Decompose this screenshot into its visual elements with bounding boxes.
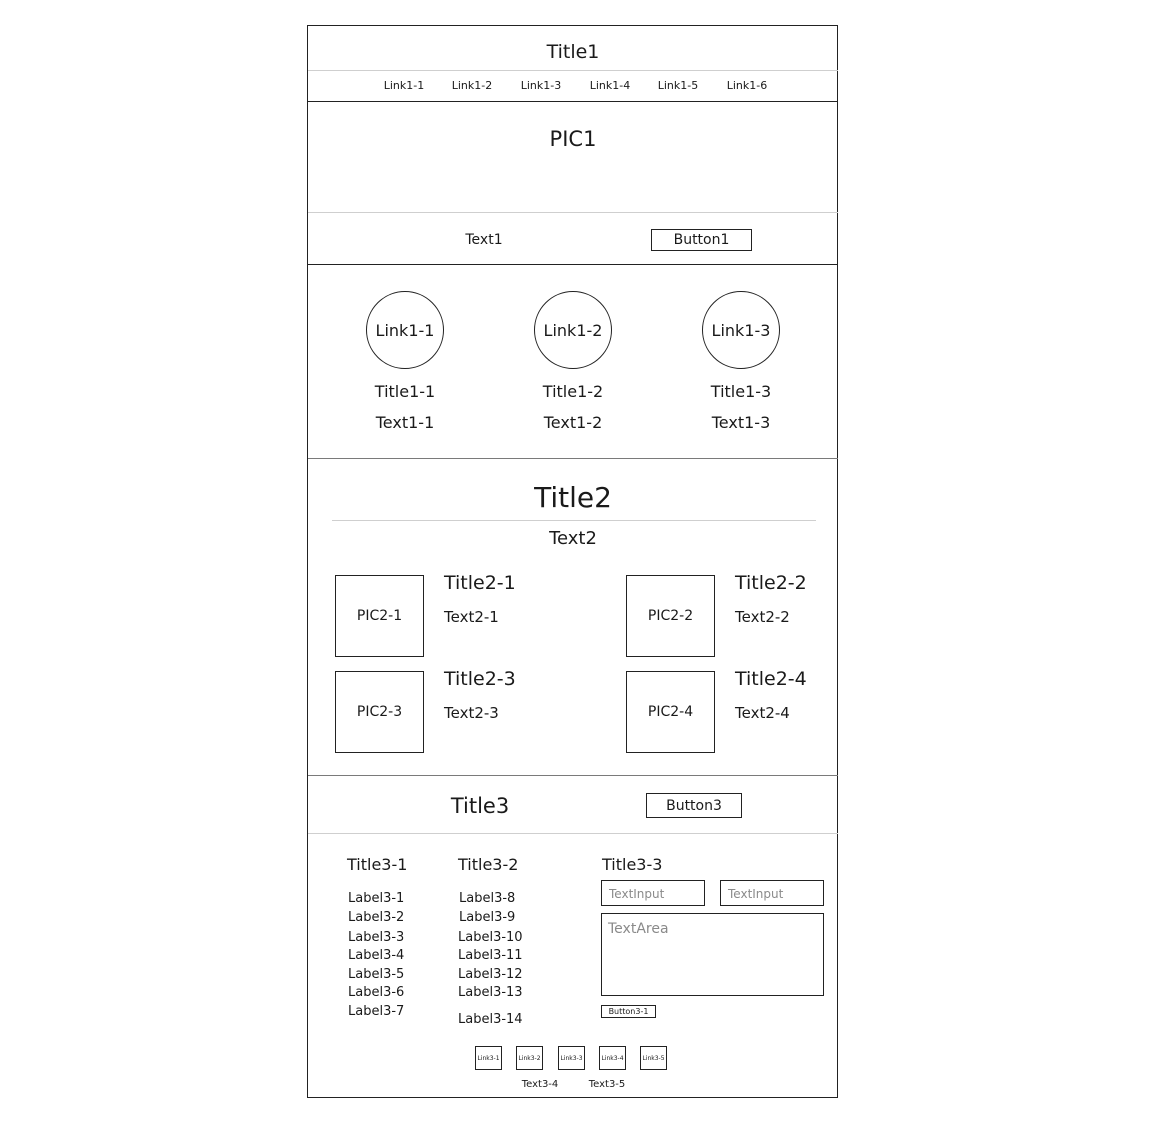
hero-divider [308,212,838,213]
nav-link-1[interactable]: Link1-1 [384,79,425,92]
section2-bottom-border [308,775,838,776]
site-title: Title1 [546,41,600,63]
section2-item-text-3: Text2-3 [444,704,499,722]
hero-button[interactable]: Button1 [651,229,752,251]
section3-form-title: Title3-3 [602,855,663,874]
feature-link-label-1: Link1-1 [375,320,435,340]
section3-col1-title: Title3-1 [347,855,408,874]
section2-title: Title2 [534,481,612,514]
section3-col2-title: Title3-2 [458,855,519,874]
footer-link-5[interactable]: Link3-5 [640,1046,667,1070]
section2-text: Text2 [549,528,597,549]
label-3-8[interactable]: Label3-8 [459,891,515,906]
section2-picture-1: PIC2-1 [335,575,424,657]
label-3-6[interactable]: Label3-6 [348,985,404,1000]
label-3-9[interactable]: Label3-9 [459,910,515,925]
form-submit-button[interactable]: Button3-1 [601,1005,656,1018]
label-3-14[interactable]: Label3-14 [458,1012,523,1027]
section3-button[interactable]: Button3 [646,793,742,818]
nav-link-2[interactable]: Link1-2 [452,79,493,92]
hero-picture: PIC1 [549,127,597,151]
feature-text-3: Text1-3 [711,413,771,432]
header-bottom-border [308,101,838,102]
section2-item-title-3: Title2-3 [444,668,516,690]
feature-text-1: Text1-1 [375,413,435,432]
text-input-1[interactable]: TextInput [601,880,705,906]
label-3-7[interactable]: Label3-7 [348,1004,404,1019]
footer-text-1: Text3-4 [521,1079,559,1090]
nav-link-3[interactable]: Link1-3 [521,79,562,92]
label-3-5[interactable]: Label3-5 [348,967,404,982]
section2-item-title-2: Title2-2 [735,572,807,594]
text-input-2[interactable]: TextInput [720,880,824,906]
hero-bottom-border [308,264,838,265]
feature-circle-link-1[interactable]: Link1-1 [366,291,444,369]
label-3-12[interactable]: Label3-12 [458,967,523,982]
nav-link-6[interactable]: Link1-6 [727,79,768,92]
section2-item-title-4: Title2-4 [735,668,807,690]
nav-link-4[interactable]: Link1-4 [590,79,631,92]
section3-divider [308,833,838,834]
label-3-2[interactable]: Label3-2 [348,910,404,925]
hero-text: Text1 [465,232,503,248]
section2-picture-3: PIC2-3 [335,671,424,753]
section2-item-title-1: Title2-1 [444,572,516,594]
feature-link-label-2: Link1-2 [543,320,603,340]
section2-divider [332,520,816,521]
section3-title: Title3 [450,794,510,818]
feature-text-2: Text1-2 [543,413,603,432]
footer-link-2[interactable]: Link3-2 [516,1046,543,1070]
section2-picture-4: PIC2-4 [626,671,715,753]
feature-title-1: Title1-1 [374,382,436,401]
label-3-1[interactable]: Label3-1 [348,891,404,906]
footer-link-1[interactable]: Link3-1 [475,1046,502,1070]
footer-link-4[interactable]: Link3-4 [599,1046,626,1070]
label-3-10[interactable]: Label3-10 [458,930,523,945]
feature-title-2: Title1-2 [542,382,604,401]
feature-link-label-3: Link1-3 [711,320,771,340]
label-3-3[interactable]: Label3-3 [348,930,404,945]
feature-circle-link-3[interactable]: Link1-3 [702,291,780,369]
header-divider [308,70,838,71]
feature-title-3: Title1-3 [710,382,772,401]
label-3-11[interactable]: Label3-11 [458,948,523,963]
section2-item-text-2: Text2-2 [735,608,790,626]
features-bottom-border [308,458,838,459]
section2-picture-2: PIC2-2 [626,575,715,657]
section2-item-text-4: Text2-4 [735,704,790,722]
feature-circle-link-2[interactable]: Link1-2 [534,291,612,369]
nav-link-5[interactable]: Link1-5 [658,79,699,92]
text-area[interactable]: TextArea [601,913,824,996]
label-3-4[interactable]: Label3-4 [348,948,404,963]
footer-text-2: Text3-5 [588,1079,626,1090]
footer-link-3[interactable]: Link3-3 [558,1046,585,1070]
label-3-13[interactable]: Label3-13 [458,985,523,1000]
section2-item-text-1: Text2-1 [444,608,499,626]
